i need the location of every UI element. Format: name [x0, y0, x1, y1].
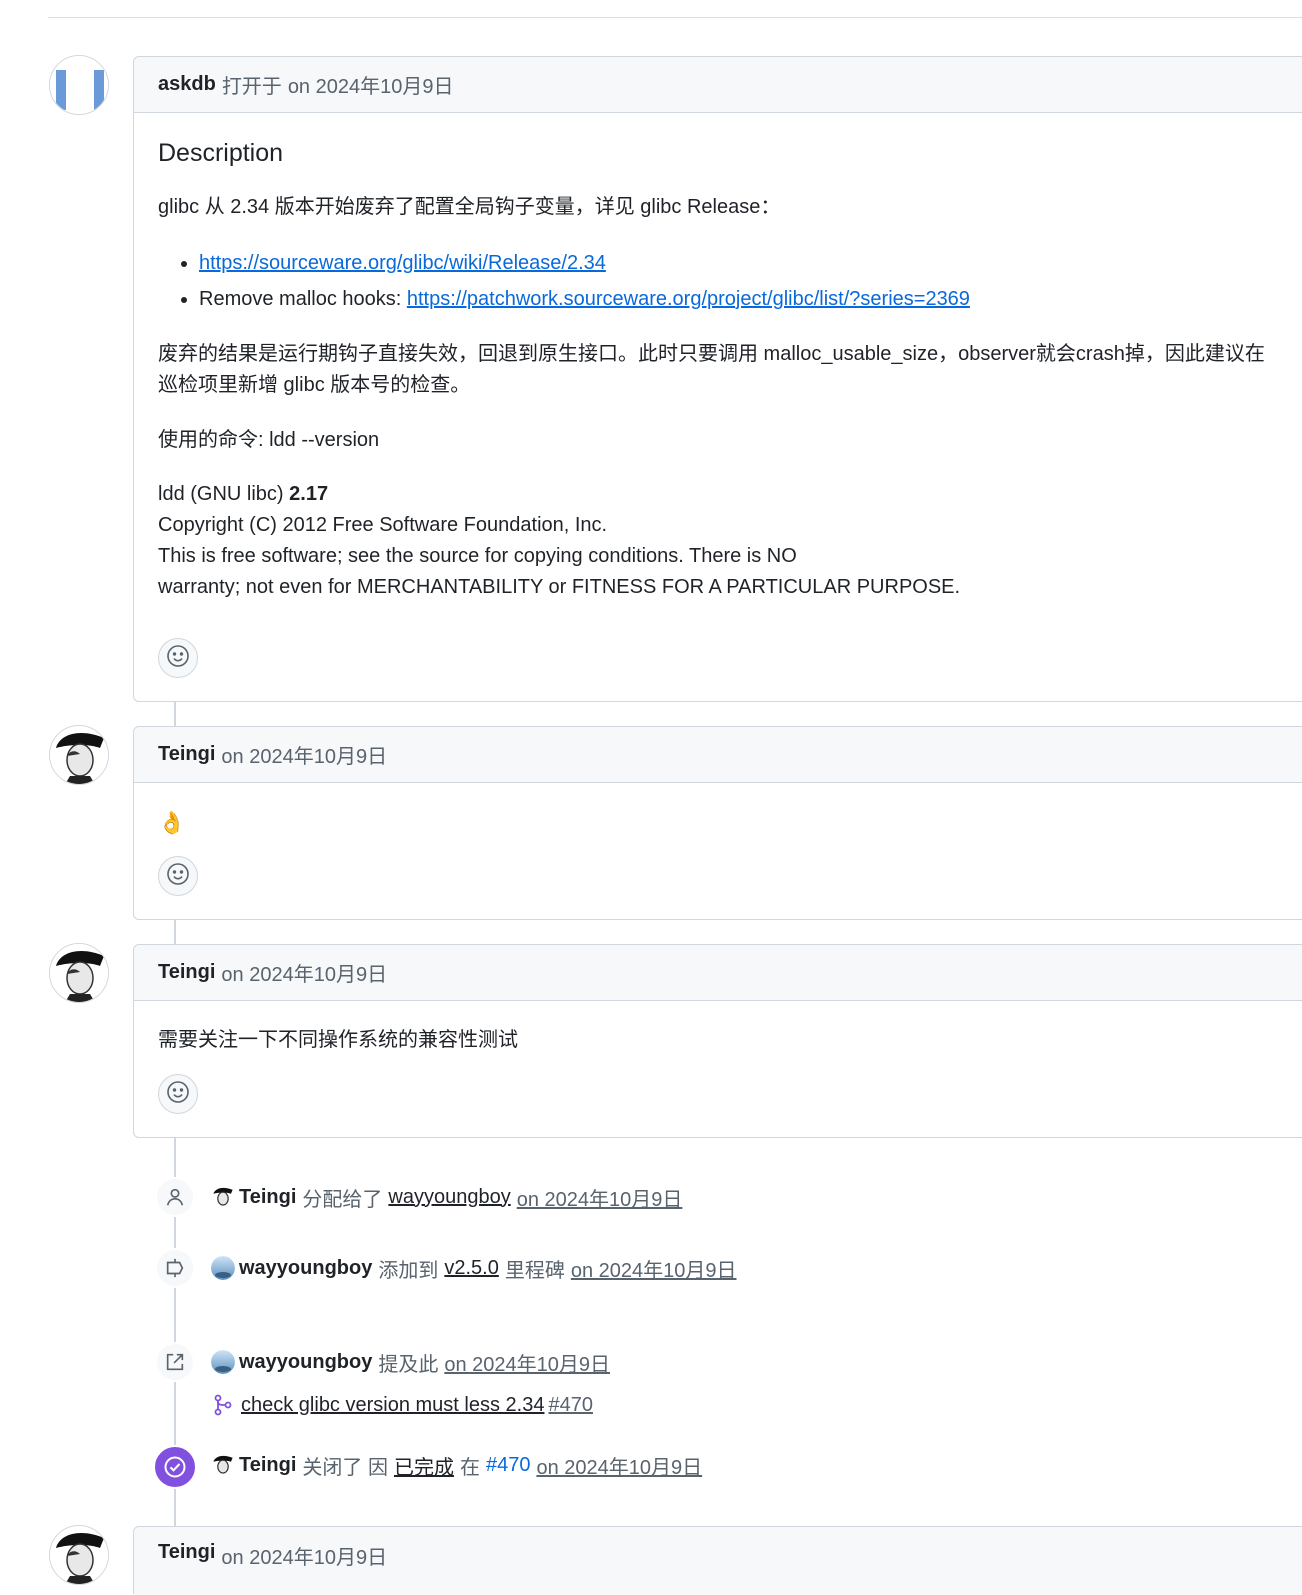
comment-date[interactable]: on 2024年10月9日: [221, 1541, 387, 1570]
actor-name[interactable]: wayyoungboy: [239, 1351, 372, 1374]
comment-body: 需要关注一下不同操作系统的兼容性测试: [158, 1029, 518, 1051]
referenced-pr: check glibc version must less 2.34 #470: [211, 1389, 593, 1421]
command-output: ldd (GNU libc) 2.17 Copyright (C) 2012 F…: [158, 483, 961, 598]
event-date[interactable]: on 2024年10月9日: [536, 1451, 702, 1480]
cross-reference-icon: [155, 1342, 195, 1382]
comment-header: Teingi on 2024年10月9日: [134, 727, 1302, 783]
event-action: 添加到: [378, 1259, 439, 1282]
check-circle-icon: [153, 1445, 197, 1489]
avatar-teingi[interactable]: [49, 725, 109, 785]
event-date[interactable]: on 2024年10月9日: [517, 1183, 683, 1212]
comment-header: Teingi on 2024年10月9日: [134, 945, 1302, 1001]
milestone-event: wayyoungboy 添加到 v2.5.0 里程碑 on 2024年10月9日: [211, 1252, 737, 1284]
smiley-icon: [166, 862, 190, 891]
actor-avatar[interactable]: [211, 1350, 235, 1374]
add-reaction-button[interactable]: [158, 638, 198, 678]
event-in: 在: [459, 1456, 480, 1479]
event-action: 提及此: [378, 1353, 439, 1376]
actor-name[interactable]: wayyoungboy: [239, 1257, 372, 1280]
event-date[interactable]: on 2024年10月9日: [571, 1254, 737, 1283]
comment-card: Teingi on 2024年10月9日: [133, 1526, 1302, 1595]
assigned-event: Teingi 分配给了 wayyoungboy on 2024年10月9日: [211, 1181, 682, 1213]
event-action: 分配给了: [302, 1188, 383, 1211]
opened-label: 打开于: [221, 76, 282, 98]
comment-header: askdb 打开于 on 2024年10月9日: [134, 57, 1302, 113]
comment-date[interactable]: on 2024年10月9日: [288, 70, 454, 99]
author-name[interactable]: Teingi: [158, 961, 215, 984]
author-name[interactable]: Teingi: [158, 743, 215, 766]
milestone-link[interactable]: v2.5.0: [444, 1257, 498, 1280]
comment-header: Teingi on 2024年10月9日: [134, 1527, 1302, 1595]
comment-body: Description glibc 从 2.34 版本开始废弃了配置全局钩子变量…: [134, 137, 1302, 603]
list-item: Remove malloc hooks: https://patchwork.s…: [199, 281, 1302, 317]
add-reaction-button[interactable]: [158, 856, 198, 896]
comment-date[interactable]: on 2024年10月9日: [221, 958, 387, 987]
milestone-icon: [155, 1248, 195, 1288]
actor-avatar[interactable]: [211, 1256, 235, 1280]
avatar-teingi[interactable]: [49, 943, 109, 1003]
actor-name[interactable]: Teingi: [239, 1454, 296, 1477]
timeline-line: [174, 702, 176, 726]
command-paragraph: 使用的命令: ldd --version: [158, 429, 380, 451]
closing-pr-link[interactable]: #470: [486, 1454, 531, 1477]
pr-number-link[interactable]: #470: [548, 1394, 593, 1417]
pr-title-link[interactable]: check glibc version must less 2.34: [241, 1394, 544, 1417]
event-date[interactable]: on 2024年10月9日: [444, 1348, 610, 1377]
avatar-askdb[interactable]: [49, 55, 109, 115]
list-item: https://sourceware.org/glibc/wiki/Releas…: [199, 245, 1302, 281]
comment-card: Teingi on 2024年10月9日 👌: [133, 726, 1302, 920]
actor-avatar[interactable]: [211, 1453, 235, 1477]
assignee-link[interactable]: wayyoungboy: [388, 1186, 510, 1209]
paragraph: glibc 从 2.34 版本开始废弃了配置全局钩子变量，详见 glibc Re…: [158, 196, 781, 218]
patchwork-link[interactable]: https://patchwork.sourceware.org/project…: [407, 288, 970, 310]
mentioned-event: wayyoungboy 提及此 on 2024年10月9日: [211, 1346, 610, 1378]
smiley-icon: [166, 644, 190, 673]
author-name[interactable]: askdb: [158, 73, 216, 96]
closed-event: Teingi 关闭了 因 已完成 在 #470 on 2024年10月9日: [211, 1449, 702, 1481]
smiley-icon: [166, 1080, 190, 1109]
milestone-suffix: 里程碑: [504, 1259, 565, 1282]
person-icon: [155, 1177, 195, 1217]
actor-name[interactable]: Teingi: [239, 1186, 296, 1209]
actor-avatar[interactable]: [211, 1185, 235, 1209]
add-reaction-button[interactable]: [158, 1074, 198, 1114]
link-list: https://sourceware.org/glibc/wiki/Releas…: [158, 245, 1302, 317]
release-link[interactable]: https://sourceware.org/glibc/wiki/Releas…: [199, 252, 606, 274]
comment-card: Teingi on 2024年10月9日 需要关注一下不同操作系统的兼容性测试: [133, 944, 1302, 1138]
event-action: 关闭了 因: [302, 1456, 388, 1479]
comment-date[interactable]: on 2024年10月9日: [221, 740, 387, 769]
close-reason[interactable]: 已完成: [394, 1451, 454, 1480]
avatar-teingi[interactable]: [49, 1525, 109, 1585]
comment-body: 👌: [158, 810, 186, 835]
timeline-line: [174, 920, 176, 944]
section-heading: Description: [158, 139, 284, 167]
top-divider: [48, 17, 1302, 18]
git-pull-request-icon: [211, 1394, 235, 1416]
paragraph: 废弃的结果是运行期钩子直接失效，回退到原生接口。此时只要调用 malloc_us…: [158, 343, 1265, 396]
author-name[interactable]: Teingi: [158, 1541, 215, 1564]
issue-body-card: askdb 打开于 on 2024年10月9日 Description glib…: [133, 56, 1302, 702]
